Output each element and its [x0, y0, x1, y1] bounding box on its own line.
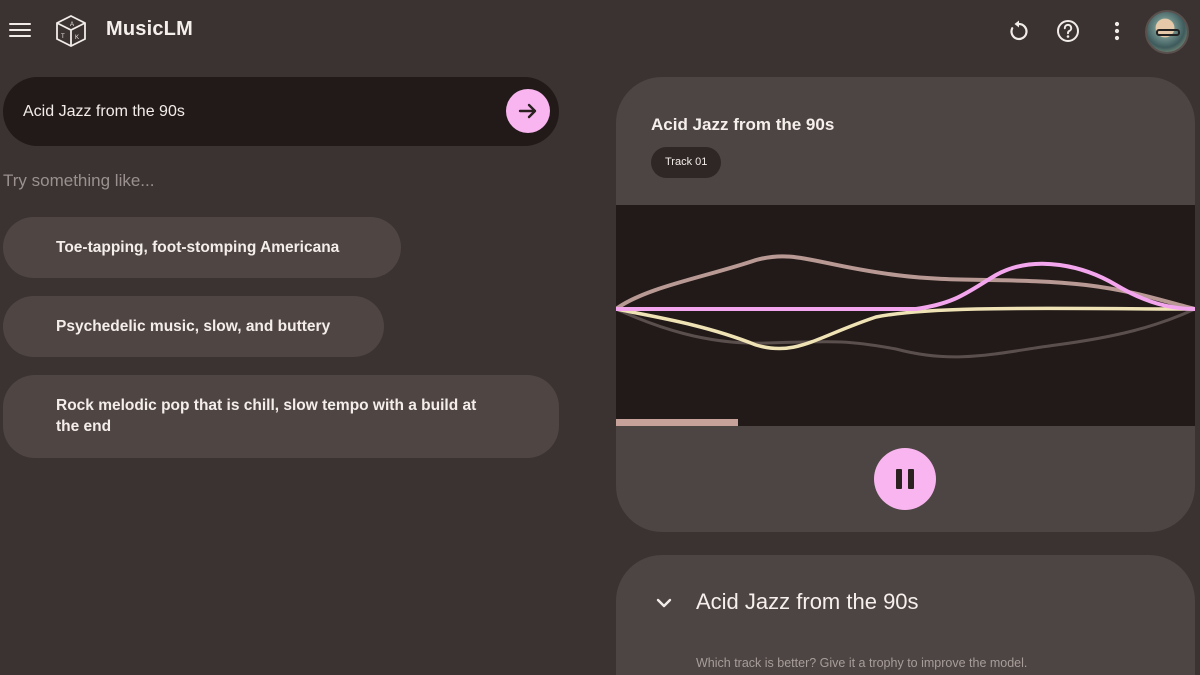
pause-icon: [908, 469, 914, 489]
waveform-visualizer[interactable]: [616, 205, 1195, 426]
playback-progress-fill: [616, 419, 738, 426]
track-title: Acid Jazz from the 90s: [651, 115, 835, 134]
track-player-card: Acid Jazz from the 90s Track 01: [616, 77, 1195, 532]
aitk-cube-logo-icon[interactable]: A T K: [54, 14, 88, 48]
waveform-line: [616, 307, 1195, 359]
result-card: Acid Jazz from the 90s Which track is be…: [616, 555, 1195, 675]
result-hint: Which track is better? Give it a trophy …: [696, 656, 1028, 670]
user-avatar[interactable]: [1145, 10, 1189, 54]
track-number-chip: Track 01: [651, 147, 722, 178]
suggestion-chip[interactable]: Psychedelic music, slow, and buttery: [3, 296, 384, 357]
playback-progress[interactable]: [616, 419, 1195, 426]
suggestion-text: Rock melodic pop that is chill, slow tem…: [56, 397, 477, 435]
app-header: A T K MusicLM: [0, 0, 1200, 62]
suggestion-text: Psychedelic music, slow, and buttery: [56, 318, 331, 335]
reset-icon[interactable]: [1006, 18, 1032, 44]
app-title: MusicLM: [106, 18, 193, 40]
pause-icon: [896, 469, 902, 489]
prompt-search-bar: [3, 77, 559, 146]
result-title: Acid Jazz from the 90s: [696, 589, 919, 614]
suggestion-chip[interactable]: Toe-tapping, foot-stomping Americana: [3, 217, 401, 278]
suggestion-chip[interactable]: Rock melodic pop that is chill, slow tem…: [3, 375, 559, 458]
chevron-down-icon[interactable]: [654, 593, 674, 613]
hamburger-menu-icon[interactable]: [9, 19, 33, 43]
suggestions-label: Try something like...: [3, 171, 155, 190]
prompt-input[interactable]: [23, 99, 493, 125]
pause-button[interactable]: [874, 448, 936, 510]
arrow-right-icon: [518, 103, 537, 119]
help-icon[interactable]: [1055, 18, 1081, 44]
more-vert-icon[interactable]: [1104, 18, 1130, 44]
submit-button[interactable]: [506, 89, 550, 133]
waveform-line: [616, 306, 1195, 351]
suggestion-text: Toe-tapping, foot-stomping Americana: [56, 239, 340, 256]
svg-text:K: K: [75, 35, 79, 41]
svg-text:A: A: [70, 22, 74, 28]
svg-text:T: T: [61, 34, 65, 40]
